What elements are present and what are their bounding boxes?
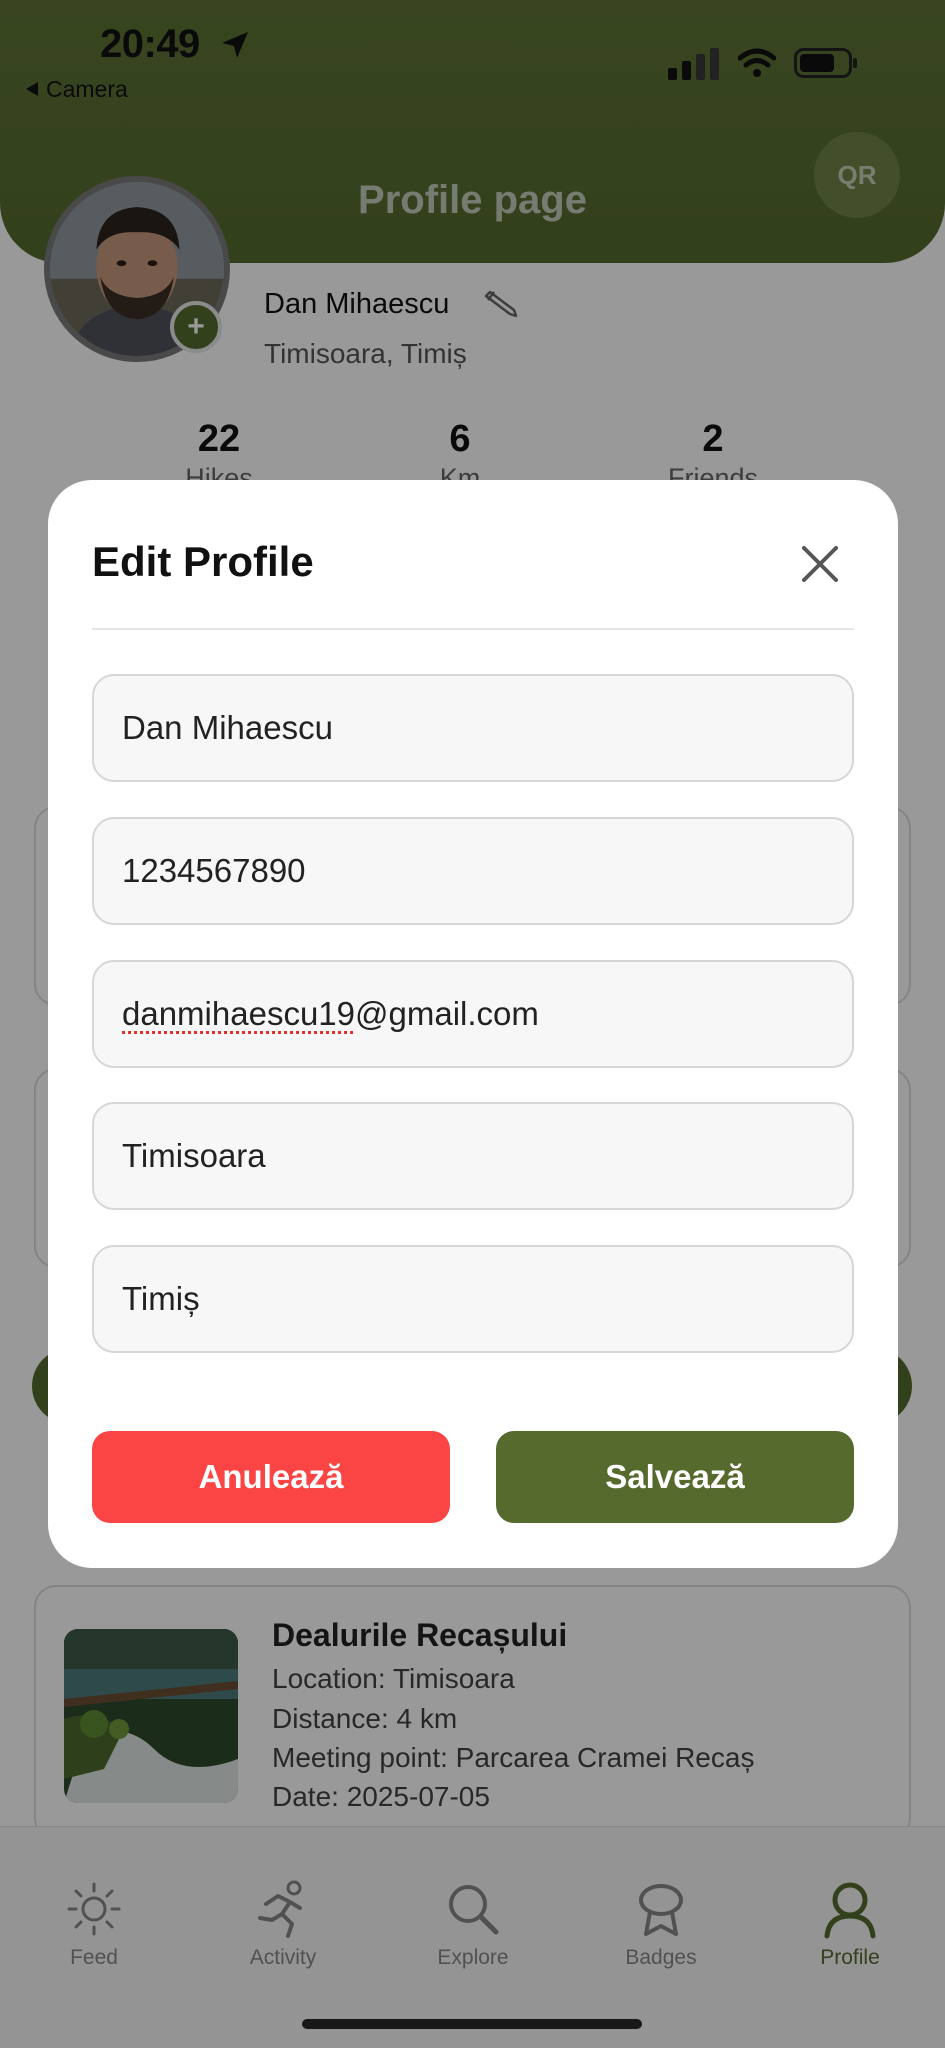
email-field[interactable]: danmihaescu19 @gmail.com xyxy=(92,960,854,1068)
name-field[interactable]: Dan Mihaescu xyxy=(92,674,854,782)
screen: 20:49 Camera QR Profile page + Dan Mihae… xyxy=(0,0,945,2048)
modal-divider xyxy=(92,628,854,630)
modal-title: Edit Profile xyxy=(92,538,314,585)
close-button[interactable] xyxy=(796,540,844,588)
edit-profile-modal: Edit Profile Dan Mihaescu 1234567890 dan… xyxy=(48,480,898,1568)
cancel-button[interactable]: Anulează xyxy=(92,1431,450,1523)
email-domain-text: @gmail.com xyxy=(355,995,539,1032)
county-field[interactable]: Timiș xyxy=(92,1245,854,1353)
city-field[interactable]: Timisoara xyxy=(92,1102,854,1210)
save-button[interactable]: Salvează xyxy=(496,1431,854,1523)
close-icon xyxy=(802,546,838,582)
phone-field[interactable]: 1234567890 xyxy=(92,817,854,925)
email-user-text: danmihaescu19 xyxy=(122,995,355,1032)
